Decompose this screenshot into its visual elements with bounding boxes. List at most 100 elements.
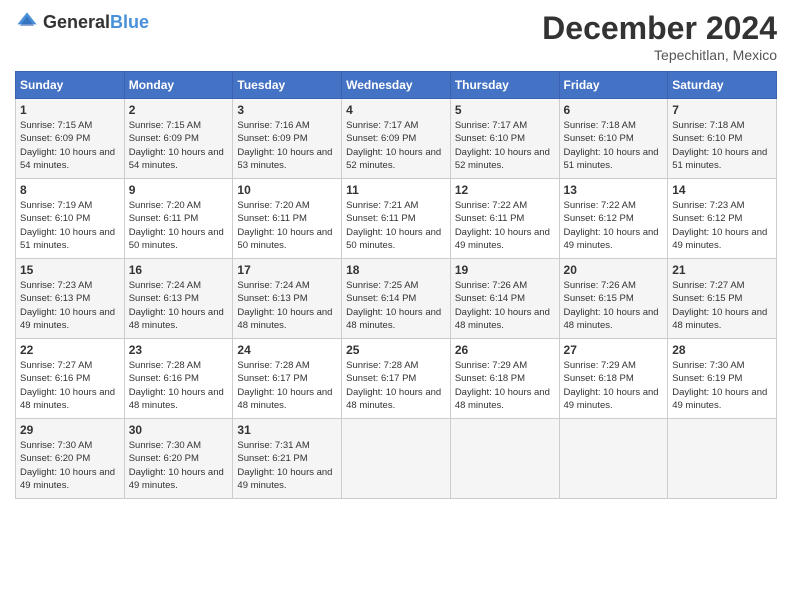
- day-number: 19: [455, 263, 555, 277]
- day-info: Sunrise: 7:26 AMSunset: 6:14 PMDaylight:…: [455, 279, 555, 332]
- sunrise-label: Sunrise: 7:25 AM: [346, 280, 418, 291]
- col-saturday: Saturday: [668, 72, 777, 99]
- daylight-label: Daylight: 10 hours and 48 minutes.: [237, 387, 332, 411]
- calendar-cell: 27Sunrise: 7:29 AMSunset: 6:18 PMDayligh…: [559, 339, 668, 419]
- day-number: 28: [672, 343, 772, 357]
- sunset-label: Sunset: 6:12 PM: [564, 213, 634, 224]
- page-header: GeneralBlue December 2024 Tepechitlan, M…: [15, 10, 777, 63]
- calendar-cell: 3Sunrise: 7:16 AMSunset: 6:09 PMDaylight…: [233, 99, 342, 179]
- daylight-label: Daylight: 10 hours and 53 minutes.: [237, 147, 332, 171]
- daylight-label: Daylight: 10 hours and 51 minutes.: [564, 147, 659, 171]
- sunset-label: Sunset: 6:14 PM: [346, 293, 416, 304]
- sunrise-label: Sunrise: 7:30 AM: [129, 440, 201, 451]
- sunset-label: Sunset: 6:13 PM: [129, 293, 199, 304]
- day-info: Sunrise: 7:16 AMSunset: 6:09 PMDaylight:…: [237, 119, 337, 172]
- col-tuesday: Tuesday: [233, 72, 342, 99]
- sunrise-label: Sunrise: 7:31 AM: [237, 440, 309, 451]
- day-info: Sunrise: 7:15 AMSunset: 6:09 PMDaylight:…: [20, 119, 120, 172]
- sunrise-label: Sunrise: 7:30 AM: [20, 440, 92, 451]
- col-friday: Friday: [559, 72, 668, 99]
- day-info: Sunrise: 7:17 AMSunset: 6:09 PMDaylight:…: [346, 119, 446, 172]
- day-info: Sunrise: 7:15 AMSunset: 6:09 PMDaylight:…: [129, 119, 229, 172]
- calendar-week-row: 15 Sunrise: 7:23 AMSunset: 6:13 PMDayligh…: [16, 259, 777, 339]
- daylight-label: Daylight: 10 hours and 48 minutes.: [346, 387, 441, 411]
- day-number: 31: [237, 423, 337, 437]
- day-number: 7: [672, 103, 772, 117]
- calendar-cell: 15 Sunrise: 7:23 AMSunset: 6:13 PMDayligh…: [16, 259, 125, 339]
- calendar-week-row: 1Sunrise: 7:15 AMSunset: 6:09 PMDaylight…: [16, 99, 777, 179]
- day-number: 2: [129, 103, 229, 117]
- day-info: Sunrise: 7:30 AMSunset: 6:19 PMDaylight:…: [672, 359, 772, 412]
- day-info: Sunrise: 7:24 AMSunset: 6:13 PMDaylight:…: [237, 279, 337, 332]
- sunrise-label: Sunrise: 7:18 AM: [672, 120, 744, 131]
- day-number: 26: [455, 343, 555, 357]
- sunrise-label: Sunrise: 7:16 AM: [237, 120, 309, 131]
- title-block: December 2024 Tepechitlan, Mexico: [542, 10, 777, 63]
- sunset-label: Sunset: 6:13 PM: [20, 293, 90, 304]
- sunrise-label: Sunrise: 7:24 AM: [129, 280, 201, 291]
- calendar-cell: 4 Sunrise: 7:17 AMSunset: 6:09 PMDaylight…: [342, 99, 451, 179]
- day-info: Sunrise: 7:23 AMSunset: 6:13 PMDaylight:…: [20, 279, 120, 332]
- day-number: 25: [346, 343, 446, 357]
- calendar-cell: [668, 419, 777, 499]
- day-number: 14: [672, 183, 772, 197]
- day-number: 9: [129, 183, 229, 197]
- calendar-cell: 31 Sunrise: 7:31 AM Sunset: 6:21 PM Dayligh…: [233, 419, 342, 499]
- day-number: 18: [346, 263, 446, 277]
- sunset-label: Sunset: 6:09 PM: [129, 133, 199, 144]
- daylight-label: Daylight: 10 hours and 52 minutes.: [346, 147, 441, 171]
- daylight-label: Daylight: 10 hours and 48 minutes.: [672, 307, 767, 331]
- day-number: 4: [346, 103, 446, 117]
- month-title: December 2024: [542, 10, 777, 47]
- calendar-cell: 7Sunrise: 7:18 AMSunset: 6:10 PMDaylight…: [668, 99, 777, 179]
- sunset-label: Sunset: 6:21 PM: [237, 453, 307, 464]
- sunset-label: Sunset: 6:10 PM: [564, 133, 634, 144]
- calendar-header-row: Sunday Monday Tuesday Wednesday Thursday…: [16, 72, 777, 99]
- sunrise-label: Sunrise: 7:30 AM: [672, 360, 744, 371]
- day-number: 1: [20, 103, 120, 117]
- calendar-cell: 23Sunrise: 7:28 AMSunset: 6:16 PMDayligh…: [124, 339, 233, 419]
- sunset-label: Sunset: 6:11 PM: [346, 213, 416, 224]
- sunset-label: Sunset: 6:10 PM: [455, 133, 525, 144]
- calendar-cell: 26Sunrise: 7:29 AMSunset: 6:18 PMDayligh…: [450, 339, 559, 419]
- calendar-cell: 20Sunrise: 7:26 AMSunset: 6:15 PMDayligh…: [559, 259, 668, 339]
- sunrise-label: Sunrise: 7:18 AM: [564, 120, 636, 131]
- daylight-label: Daylight: 10 hours and 54 minutes.: [20, 147, 115, 171]
- calendar-cell: 28 Sunrise: 7:30 AMSunset: 6:19 PMDayligh…: [668, 339, 777, 419]
- day-info: Sunrise: 7:30 AMSunset: 6:20 PMDaylight:…: [20, 439, 120, 492]
- day-info: Sunrise: 7:29 AMSunset: 6:18 PMDaylight:…: [564, 359, 664, 412]
- daylight-label: Daylight: 10 hours and 51 minutes.: [20, 227, 115, 251]
- location-title: Tepechitlan, Mexico: [542, 47, 777, 63]
- calendar-cell: 9Sunrise: 7:20 AMSunset: 6:11 PMDaylight…: [124, 179, 233, 259]
- daylight-label: Daylight: 10 hours and 49 minutes.: [672, 387, 767, 411]
- daylight-label: Daylight: 10 hours and 49 minutes.: [564, 227, 659, 251]
- calendar-cell: 8Sunrise: 7:19 AMSunset: 6:10 PMDaylight…: [16, 179, 125, 259]
- calendar-cell: 2Sunrise: 7:15 AMSunset: 6:09 PMDaylight…: [124, 99, 233, 179]
- calendar-cell: 5Sunrise: 7:17 AMSunset: 6:10 PMDaylight…: [450, 99, 559, 179]
- sunrise-label: Sunrise: 7:24 AM: [237, 280, 309, 291]
- day-info: Sunrise: 7:26 AMSunset: 6:15 PMDaylight:…: [564, 279, 664, 332]
- calendar-cell: 18Sunrise: 7:25 AMSunset: 6:14 PMDayligh…: [342, 259, 451, 339]
- sunset-label: Sunset: 6:17 PM: [346, 373, 416, 384]
- sunset-label: Sunset: 6:15 PM: [672, 293, 742, 304]
- sunrise-label: Sunrise: 7:27 AM: [672, 280, 744, 291]
- sunset-label: Sunset: 6:10 PM: [672, 133, 742, 144]
- day-number: 17: [237, 263, 337, 277]
- calendar-week-row: 29Sunrise: 7:30 AMSunset: 6:20 PMDayligh…: [16, 419, 777, 499]
- day-info: Sunrise: 7:27 AMSunset: 6:16 PMDaylight:…: [20, 359, 120, 412]
- sunrise-label: Sunrise: 7:27 AM: [20, 360, 92, 371]
- sunset-label: Sunset: 6:11 PM: [129, 213, 199, 224]
- logo-general: General: [43, 12, 110, 32]
- sunset-label: Sunset: 6:16 PM: [129, 373, 199, 384]
- sunrise-label: Sunrise: 7:15 AM: [129, 120, 201, 131]
- sunrise-label: Sunrise: 7:20 AM: [237, 200, 309, 211]
- sunset-label: Sunset: 6:09 PM: [346, 133, 416, 144]
- day-number: 15: [20, 263, 120, 277]
- day-info: Sunrise: 7:19 AMSunset: 6:10 PMDaylight:…: [20, 199, 120, 252]
- calendar-cell: 10Sunrise: 7:20 AMSunset: 6:11 PMDayligh…: [233, 179, 342, 259]
- calendar-cell: [559, 419, 668, 499]
- calendar-cell: [342, 419, 451, 499]
- daylight-label: Daylight: 10 hours and 49 minutes.: [237, 467, 332, 491]
- calendar-cell: 19 Sunrise: 7:26 AMSunset: 6:14 PMDayligh…: [450, 259, 559, 339]
- calendar-cell: 24Sunrise: 7:28 AMSunset: 6:17 PMDayligh…: [233, 339, 342, 419]
